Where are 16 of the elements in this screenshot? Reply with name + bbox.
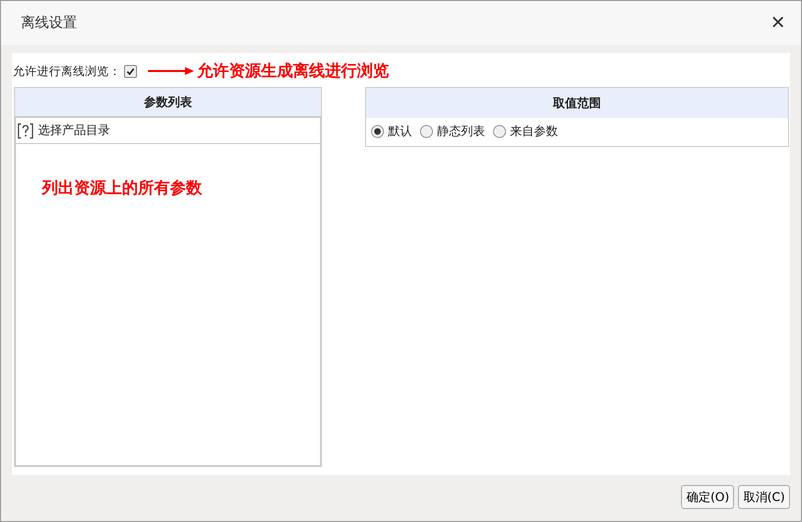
offline-checkbox[interactable] (124, 64, 137, 78)
radio-option[interactable]: 来自参数 (493, 123, 558, 140)
annotation-text: 允许资源生成离线进行浏览 (197, 60, 389, 82)
window-title: 离线设置 (21, 14, 77, 32)
close-button[interactable]: × (766, 11, 789, 35)
help-icon (17, 122, 34, 138)
annotation-text: 列出资源上的所有参数 (42, 178, 202, 199)
radio-option[interactable]: 默认 (371, 123, 412, 140)
annotation-arrow (147, 66, 195, 76)
column-header: 参数列表 (14, 87, 322, 117)
column-header: 取值范围 (366, 88, 788, 118)
dialog-button[interactable]: 确定(O) (681, 485, 734, 509)
dialog-button[interactable]: 取消(C) (738, 485, 790, 509)
radio-option[interactable]: 静态列表 (420, 123, 485, 140)
parameter-item[interactable]: 选择产品目录 (16, 118, 320, 144)
offline-label: 允许进行离线浏览： (13, 64, 121, 78)
